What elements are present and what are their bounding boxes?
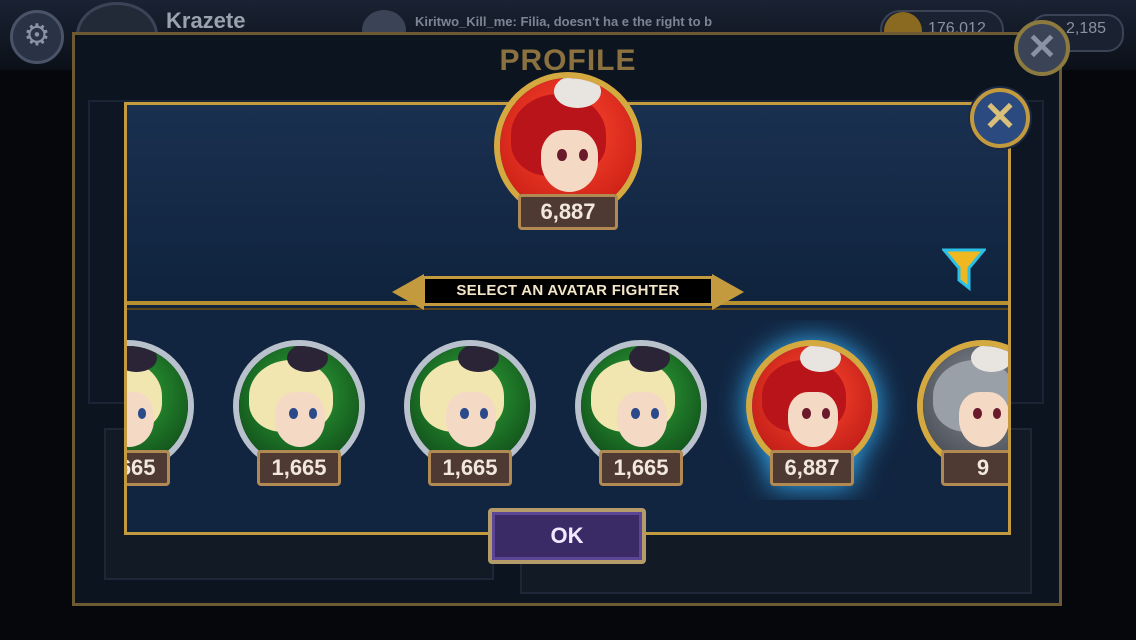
chat-message[interactable]: Kiritwo_Kill_me: Filia, doesn't ha e the… — [415, 14, 745, 29]
ok-button[interactable]: OK — [488, 508, 646, 564]
avatar-score: 1,665 — [599, 450, 683, 486]
player-name: Krazete — [166, 8, 246, 33]
modal-close-button[interactable]: ✕ — [970, 88, 1030, 148]
avatar-option-filia[interactable]: 1,665 — [233, 340, 365, 500]
avatar-score: 9 — [941, 450, 1008, 486]
avatar-option-filia[interactable]: 1,665 — [404, 340, 536, 500]
avatar-score: 6,887 — [770, 450, 854, 486]
filter-icon[interactable] — [942, 246, 986, 292]
banner-label: SELECT AN AVATAR FIGHTER — [456, 282, 680, 299]
avatar-score: 1,665 — [127, 450, 170, 486]
select-avatar-banner: SELECT AN AVATAR FIGHTER — [392, 274, 744, 310]
avatar-option-cerebella[interactable]: 6,887 — [746, 340, 878, 500]
profile-close-button[interactable]: ✕ — [1014, 20, 1070, 76]
avatar-list: 1,665 1,665 1,665 1,665 6,887 9 — [127, 320, 1008, 500]
banner-right-arrow — [712, 274, 744, 310]
avatar-option-filia[interactable]: 1,665 — [575, 340, 707, 500]
selected-avatar-score: 6,887 — [518, 194, 618, 230]
avatar-option-unknown[interactable]: 9 — [917, 340, 1008, 500]
avatar-score: 1,665 — [257, 450, 341, 486]
avatar-option-filia[interactable]: 1,665 — [127, 340, 194, 500]
avatar-score: 1,665 — [428, 450, 512, 486]
gem-value: 2,185 — [1066, 20, 1107, 37]
banner-left-arrow — [392, 274, 424, 310]
